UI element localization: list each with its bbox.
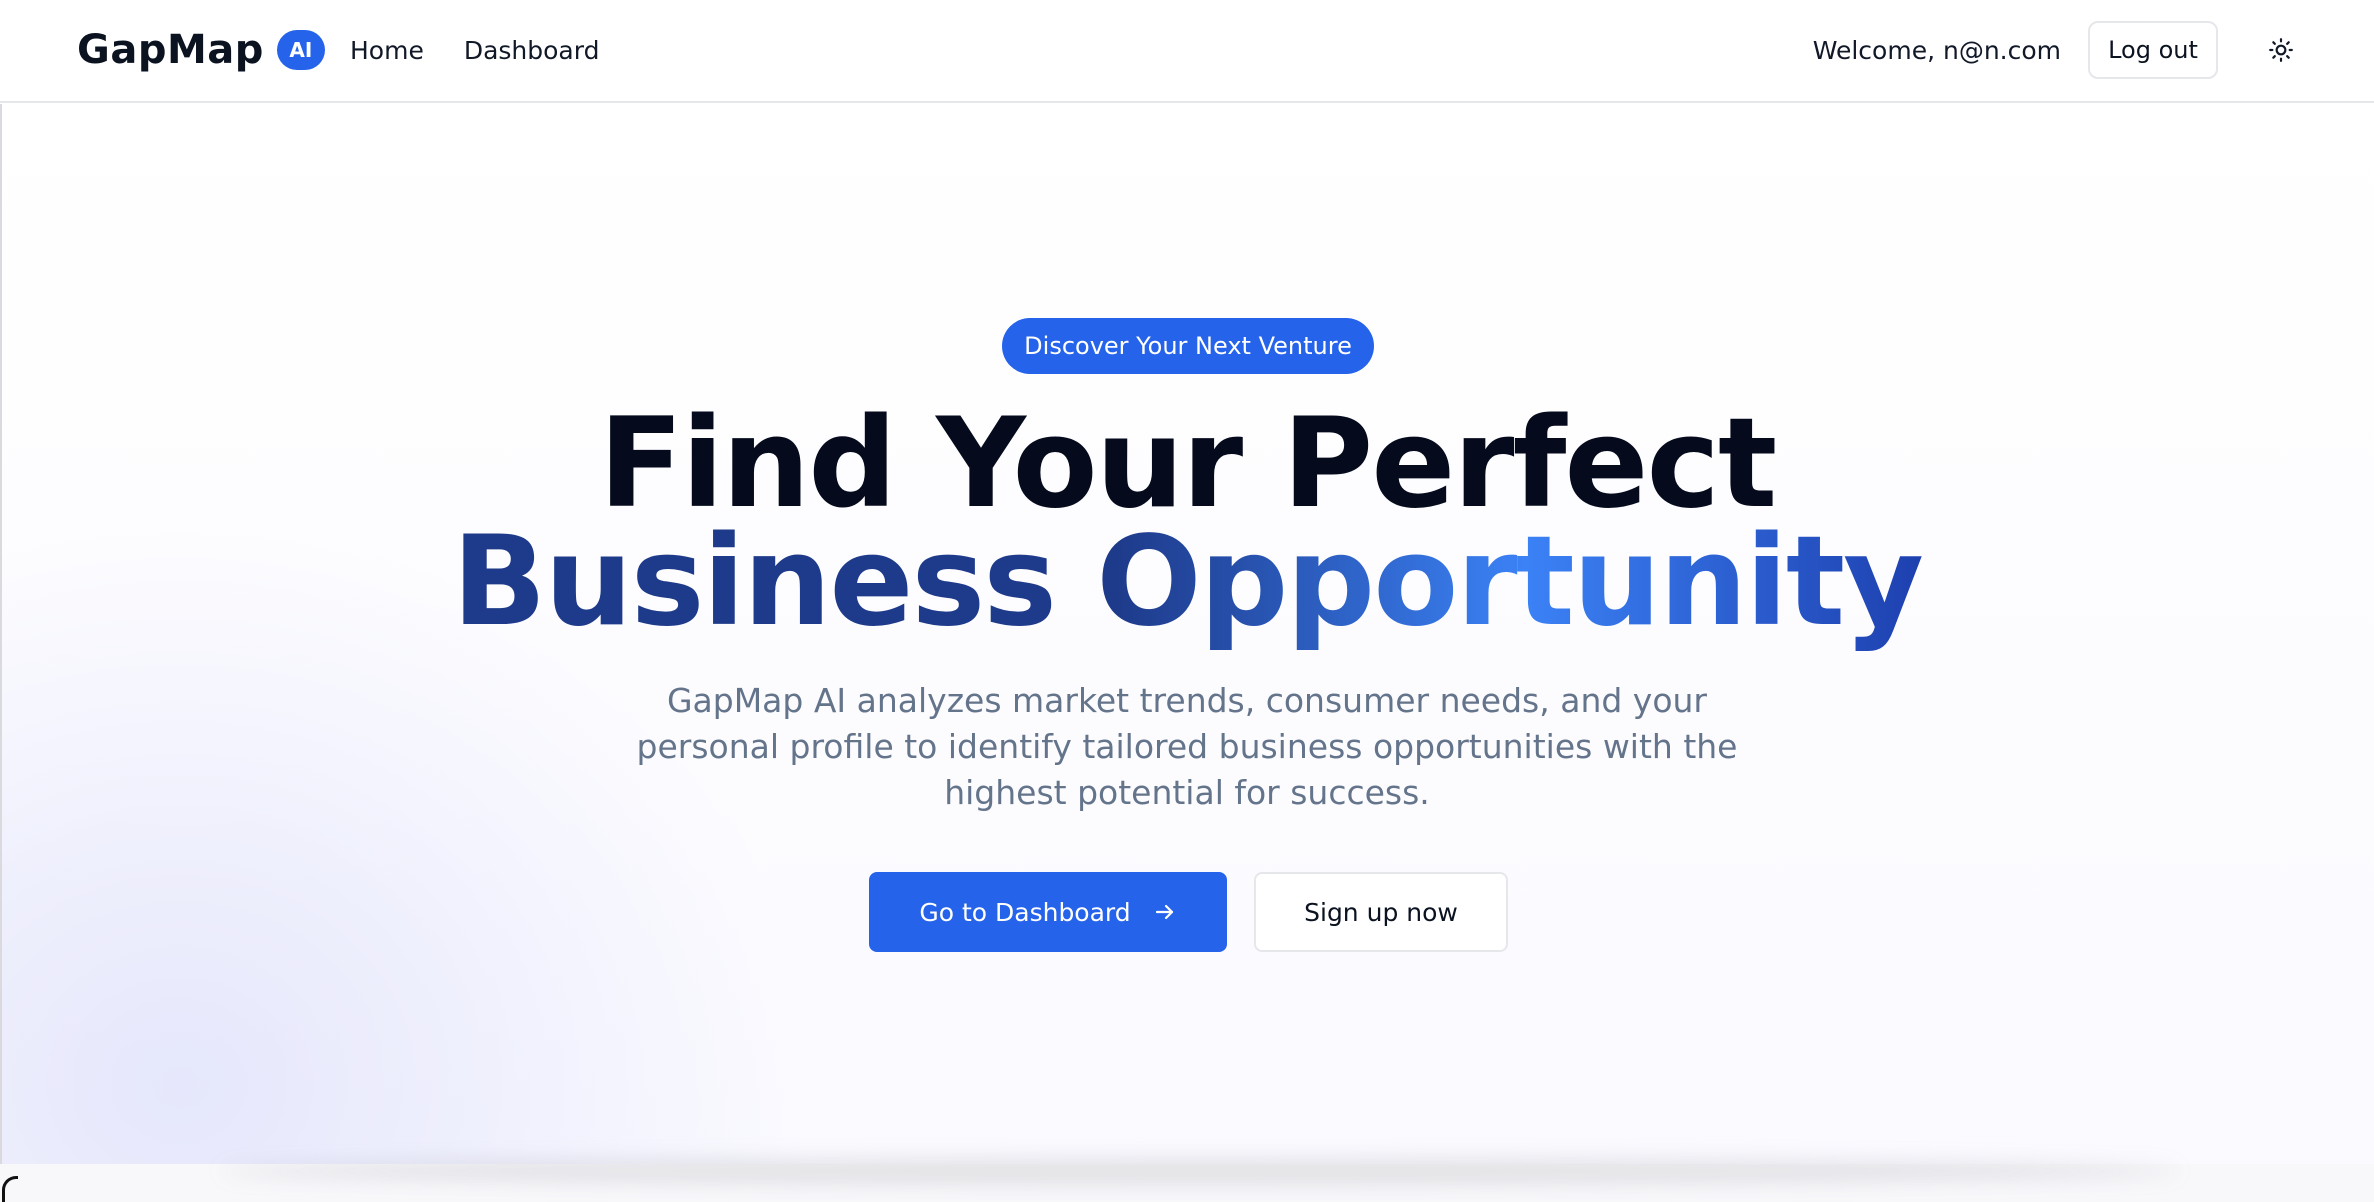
hero-subtitle: GapMap AI analyzes market trends, consum… — [636, 681, 1738, 812]
sign-up-button[interactable]: Sign up now — [1254, 872, 1508, 952]
window-corner — [2, 1176, 18, 1202]
go-to-dashboard-button[interactable]: Go to Dashboard — [869, 872, 1227, 952]
window-left-edge — [0, 104, 2, 1202]
top-navbar: GapMap AI Home Dashboard Welcome, n@n.co… — [0, 0, 2374, 103]
card-shadow — [220, 1158, 2180, 1184]
page: GapMap AI Home Dashboard Welcome, n@n.co… — [0, 0, 2374, 1202]
sun-icon — [2269, 38, 2293, 62]
brand-logo[interactable]: GapMap AI — [77, 0, 325, 100]
hero-headline-line2: Business Opportunity — [0, 507, 2374, 657]
nav-link-dashboard[interactable]: Dashboard — [464, 36, 600, 65]
main-nav: Home Dashboard — [350, 0, 599, 100]
hero-section: Discover Your Next Venture Find Your Per… — [0, 104, 2374, 1164]
welcome-text: Welcome, n@n.com — [1812, 35, 2061, 65]
theme-toggle-button[interactable] — [2258, 27, 2304, 73]
go-to-dashboard-label: Go to Dashboard — [919, 897, 1131, 927]
hero-cta-row: Go to Dashboard Sign up now — [0, 872, 2374, 952]
next-section-edge — [0, 1158, 2374, 1202]
brand-name: GapMap — [77, 27, 264, 73]
user-area: Welcome, n@n.com Log out — [1813, 0, 2304, 100]
hero-tagline-pill: Discover Your Next Venture — [1002, 318, 1374, 374]
arrow-right-icon — [1155, 904, 1173, 920]
logout-button[interactable]: Log out — [2088, 21, 2218, 79]
brand-ai-badge: AI — [276, 30, 325, 70]
nav-link-home[interactable]: Home — [350, 36, 424, 65]
hero-headline-gradient-text: Business Opportunity — [452, 510, 1924, 654]
